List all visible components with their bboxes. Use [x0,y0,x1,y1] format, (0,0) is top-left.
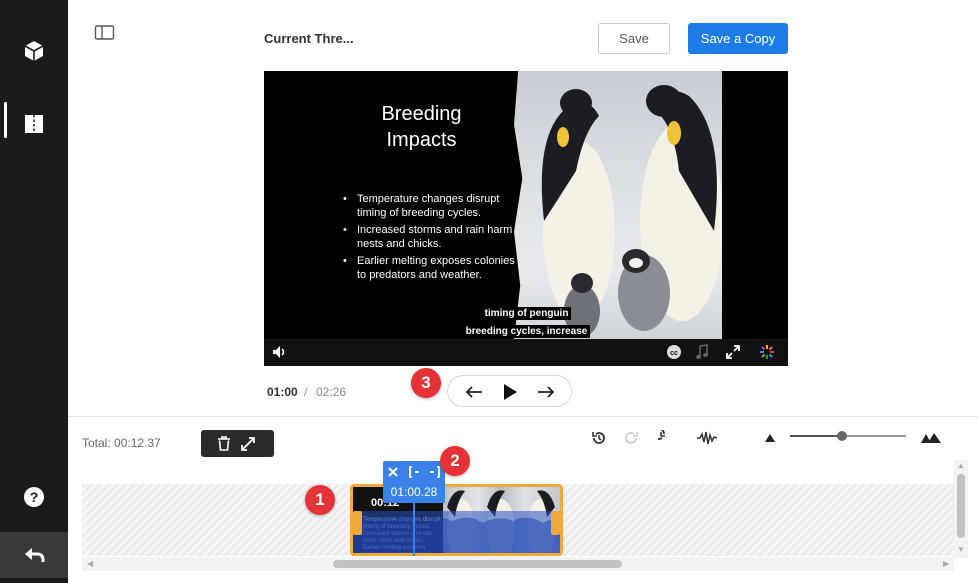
clip-toolbar [201,430,274,457]
section-divider [68,416,978,417]
trim-end-icon[interactable] [429,466,441,478]
scissors-icon[interactable] [387,466,399,478]
arrow-left-icon [465,386,482,398]
horizontal-scroll-thumb[interactable] [333,560,622,568]
help-button[interactable]: ? [0,471,68,523]
playback-controls [447,375,572,407]
callout-badge-2: 2 [440,446,470,476]
audio-track-button[interactable] [692,343,712,361]
scroll-right-arrow-icon[interactable]: ▶ [943,559,949,568]
trash-icon [218,436,230,451]
closed-captions-icon: cc [667,345,681,359]
book-icon [25,115,43,133]
volume-button[interactable] [270,343,290,361]
time-separator: / [304,385,308,399]
total-duration-label: Total: 00:12.37 [82,436,161,450]
back-button[interactable] [0,532,68,578]
waveform-button[interactable] [696,428,718,448]
clip-audio-waveform [353,511,560,553]
slide-bullets: Temperature changes disrupt timing of br… [341,192,521,285]
scroll-up-arrow-icon[interactable]: ▲ [957,461,965,470]
sidebar-panel-icon [94,25,115,40]
arrow-right-icon [538,386,555,398]
svg-text:?: ? [30,489,39,505]
restore-button[interactable] [588,428,610,448]
playhead-tools [383,464,445,480]
cube-icon [24,41,44,61]
redo-button[interactable] [621,428,643,448]
volume-icon [273,346,285,358]
callout-badge-3: 3 [411,368,441,398]
slide-title: Breeding Impacts [381,103,462,151]
playhead-time: 01:00.28 [390,485,438,499]
slide-bullet: Temperature changes disrupt timing of br… [341,192,521,220]
waveform-icon [697,431,718,445]
history-icon [592,432,605,444]
music-note-icon [696,344,708,359]
clip-left-handle[interactable] [353,511,362,535]
callout-badge-1: 1 [305,485,335,515]
fullscreen-icon [726,345,740,359]
total-time: 02:26 [316,385,347,399]
penguin-image [514,71,722,339]
audio-waveform-shape [353,516,560,553]
play-button[interactable] [498,381,522,403]
zoom-out-button[interactable] [759,428,781,448]
zoom-slider-thumb[interactable] [837,431,848,441]
player-logo-button[interactable] [757,343,777,361]
expand-icon [241,436,255,451]
penguin-illustration [541,85,722,337]
timeline-clip[interactable]: 00:12 Temperature changes disrupt timing… [350,484,563,556]
page-title: Current Thre... [264,31,354,46]
vertical-scroll-thumb[interactable] [957,474,965,538]
trim-start-icon[interactable] [408,466,420,478]
zoom-slider-fill [790,435,843,437]
undo-icon [658,430,665,440]
slide-bullet: Increased storms and rain harm nests and… [341,223,521,251]
redo-icon [625,432,638,444]
video-caption: timing of penguin breeding cycles, incre… [454,303,599,339]
svg-text:cc: cc [670,350,678,357]
closed-captions-button[interactable]: cc [664,343,684,361]
delete-clip-button[interactable] [215,435,233,452]
clip-right-handle[interactable] [551,511,560,535]
slide-bullet: Earlier melting exposes colonies to pred… [341,254,521,282]
sidebar-item-media[interactable] [0,25,68,77]
mountains-icon [921,433,941,443]
player-control-bar: cc [264,339,788,366]
undo-button[interactable] [655,428,677,448]
left-sidebar: ? [0,0,68,583]
sparkle-logo-icon [760,345,774,359]
back-icon [25,548,45,562]
zoom-in-button[interactable] [920,428,942,448]
fullscreen-button[interactable] [723,343,743,361]
sidebar-item-chapters[interactable] [0,98,68,150]
current-time: 01:00 [267,385,298,399]
help-icon: ? [24,487,44,507]
triangle-small-icon [765,434,775,442]
scroll-left-arrow-icon[interactable]: ◀ [87,559,93,568]
play-icon [504,384,517,400]
playhead-line[interactable] [413,503,415,556]
scroll-down-arrow-icon[interactable]: ▼ [957,545,965,554]
slide-content: Breeding Impacts Temperature changes dis… [264,71,519,339]
playhead[interactable]: 01:00.28 [383,461,445,503]
save-a-copy-button[interactable]: Save a Copy [688,23,788,54]
save-button[interactable]: Save [598,23,670,54]
expand-clip-button[interactable] [239,435,257,452]
next-button[interactable] [534,381,558,403]
panel-toggle-button[interactable] [94,24,116,42]
video-player[interactable]: Breeding Impacts Temperature changes dis… [264,71,788,366]
previous-button[interactable] [462,381,486,403]
